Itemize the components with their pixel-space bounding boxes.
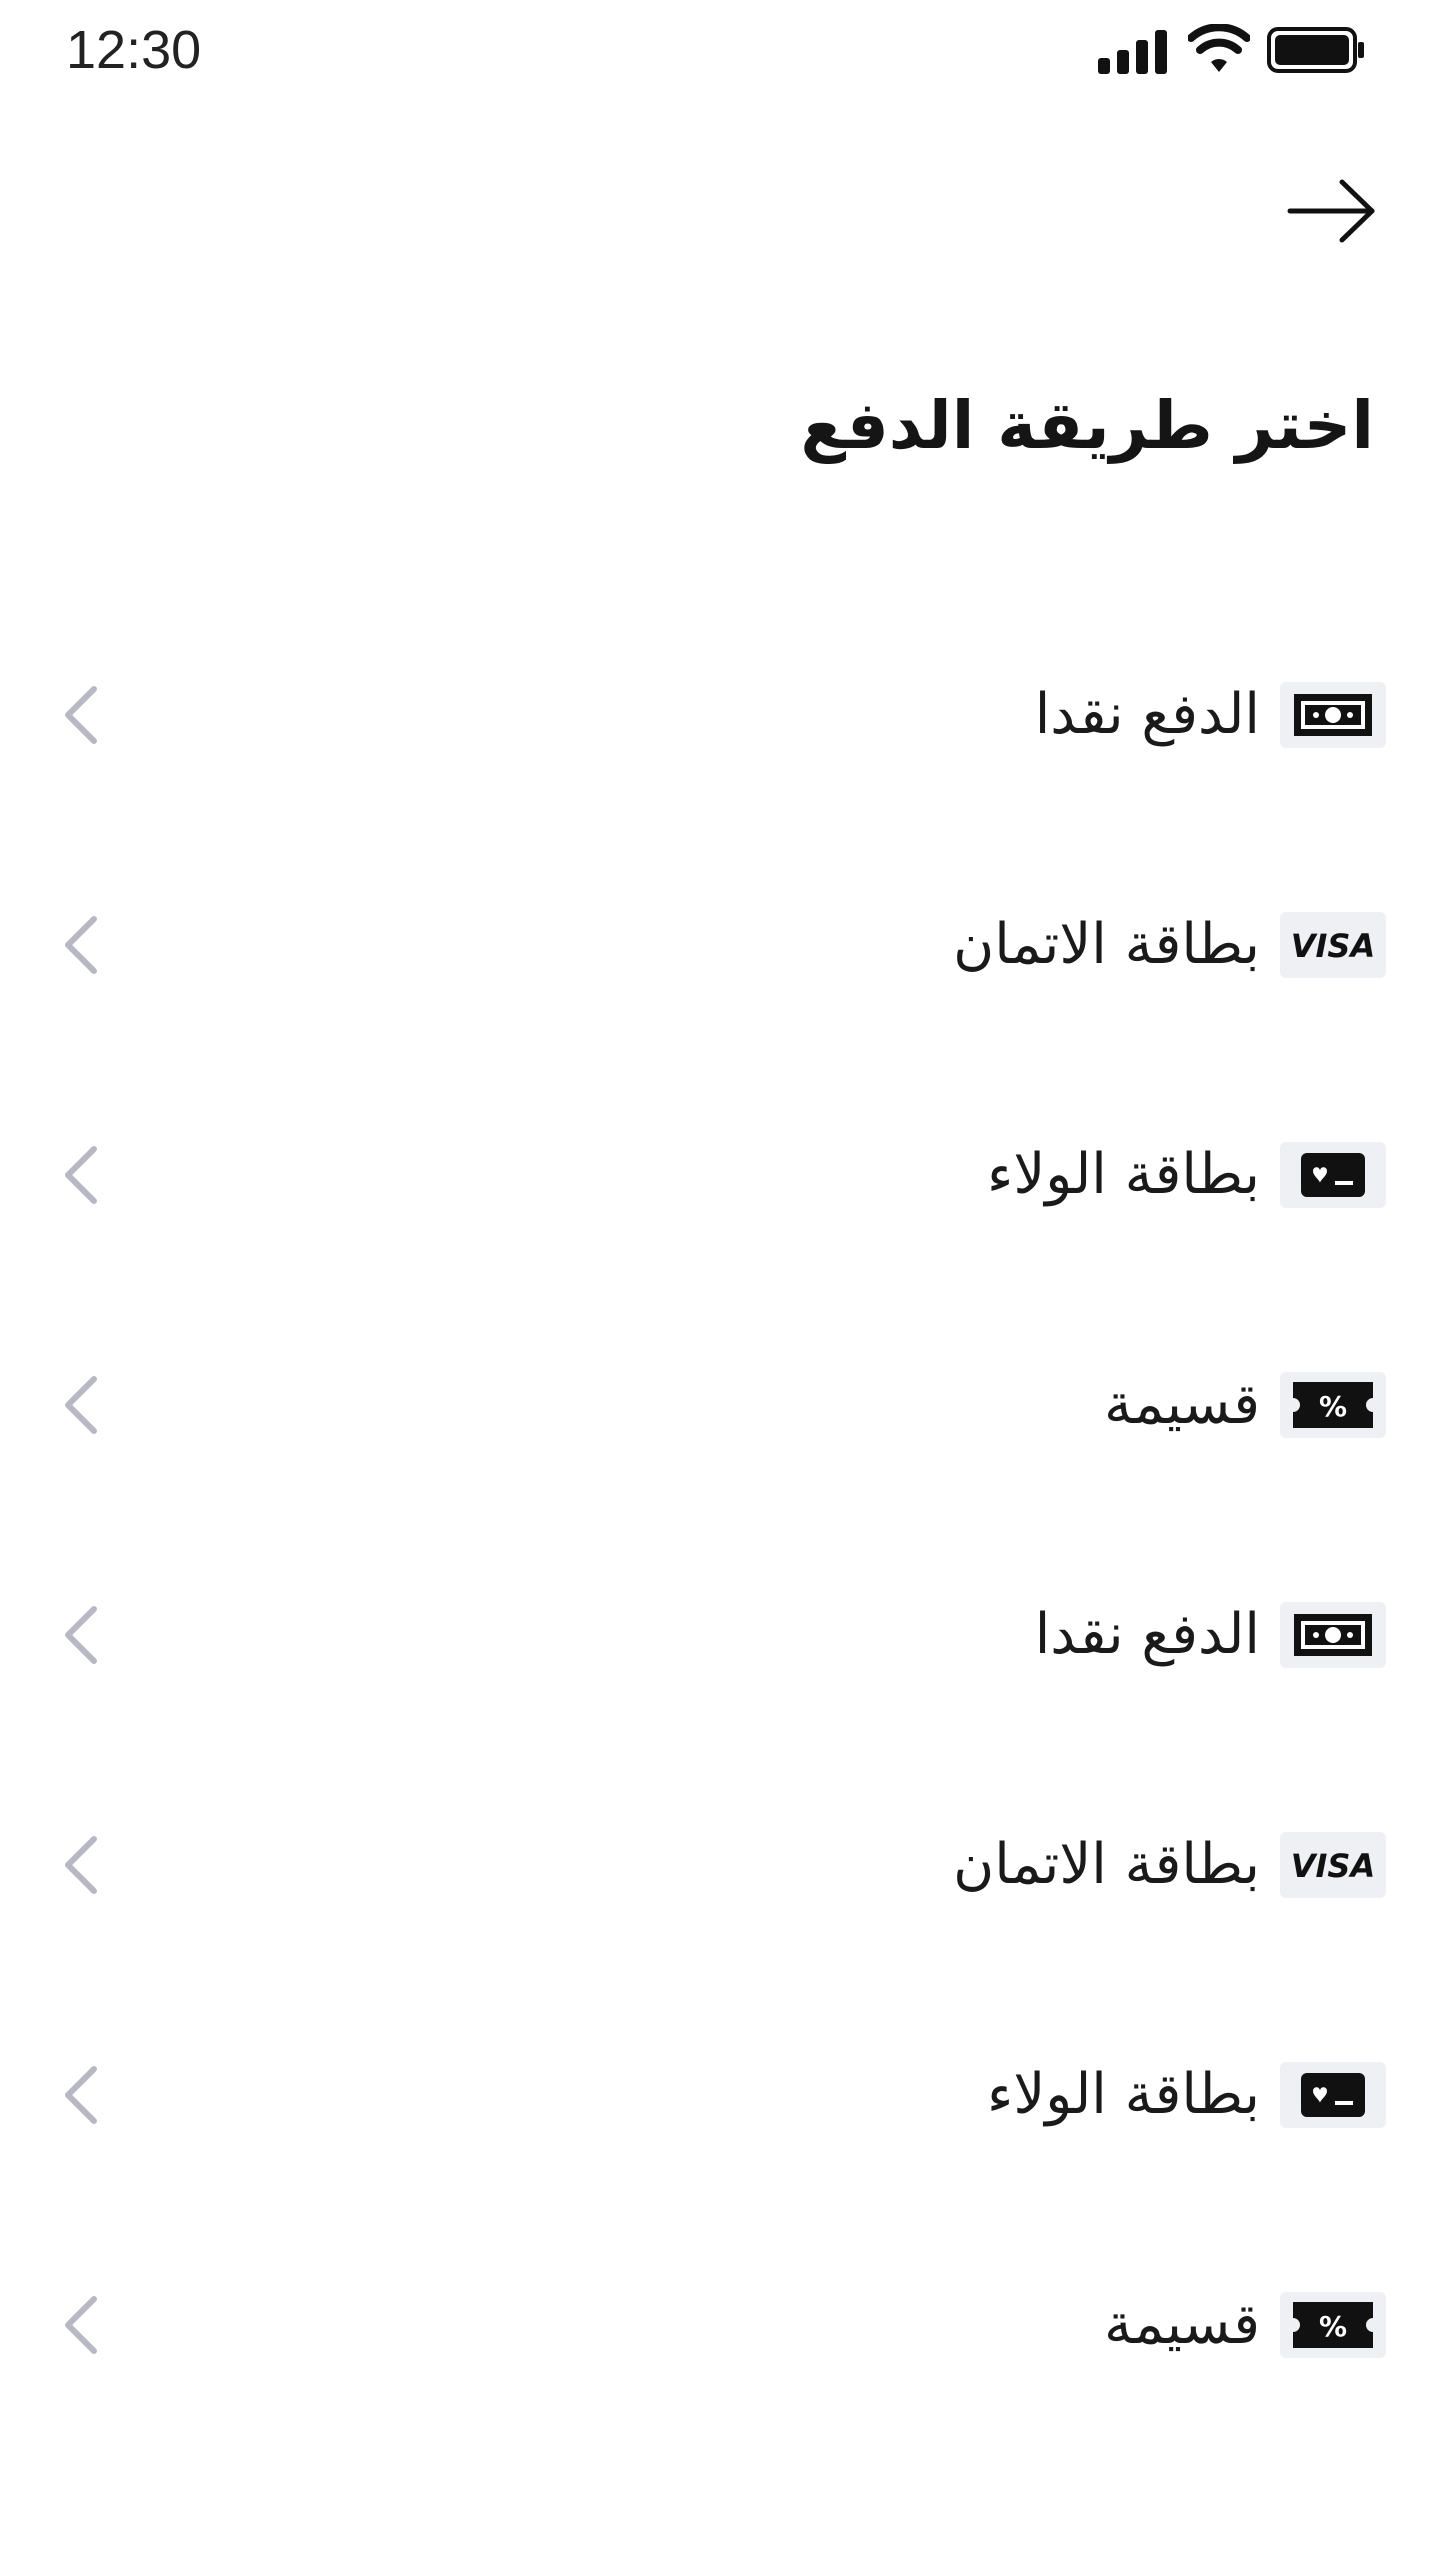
status-bar: 12:30 bbox=[0, 0, 1440, 100]
signal-icon bbox=[1098, 30, 1167, 74]
back-button[interactable] bbox=[1286, 176, 1378, 246]
status-icons bbox=[1098, 22, 1378, 78]
payment-method-coupon[interactable]: % قسيمة bbox=[0, 2210, 1440, 2440]
svg-text:VISA: VISA bbox=[1291, 1847, 1375, 1885]
chevron-left-icon bbox=[65, 2296, 97, 2354]
payment-method-label: قسيمة bbox=[1103, 2292, 1260, 2357]
payment-method-label: الدفع نقدا bbox=[1034, 682, 1260, 747]
payment-method-coupon[interactable]: % قسيمة bbox=[0, 1290, 1440, 1520]
chevron-left-icon bbox=[65, 1376, 97, 1434]
payment-method-credit-card[interactable]: VISA بطاقة الاتمان bbox=[0, 1750, 1440, 1980]
svg-text:%: % bbox=[1319, 2310, 1347, 2343]
wifi-icon bbox=[1188, 24, 1250, 72]
chevron-left-icon bbox=[65, 1836, 97, 1894]
payment-method-label: بطاقة الاتمان bbox=[953, 912, 1260, 977]
chevron-left-icon bbox=[65, 1146, 97, 1204]
payment-method-loyalty-card[interactable]: بطاقة الولاء bbox=[0, 1060, 1440, 1290]
payment-method-credit-card[interactable]: VISA بطاقة الاتمان bbox=[0, 830, 1440, 1060]
chevron-left-icon bbox=[65, 916, 97, 974]
coupon-icon: % bbox=[1280, 2292, 1386, 2358]
payment-method-label: قسيمة bbox=[1103, 1372, 1260, 1437]
loyalty-card-icon bbox=[1280, 1142, 1386, 1208]
payment-method-label: بطاقة الاتمان bbox=[953, 1832, 1260, 1897]
arrow-right-icon bbox=[1287, 179, 1375, 243]
status-time: 12:30 bbox=[66, 20, 202, 80]
visa-icon: VISA bbox=[1280, 912, 1386, 978]
cash-icon bbox=[1280, 1602, 1386, 1668]
payment-method-loyalty-card[interactable]: بطاقة الولاء bbox=[0, 1980, 1440, 2210]
payment-method-label: بطاقة الولاء bbox=[987, 2062, 1260, 2127]
coupon-icon: % bbox=[1280, 1372, 1386, 1438]
svg-text:VISA: VISA bbox=[1291, 927, 1375, 965]
loyalty-card-icon bbox=[1280, 2062, 1386, 2128]
page-title: اختر طريقة الدفع bbox=[800, 387, 1374, 464]
chevron-left-icon bbox=[65, 1606, 97, 1664]
svg-text:%: % bbox=[1319, 1390, 1347, 1423]
chevron-left-icon bbox=[65, 686, 97, 744]
cash-icon bbox=[1280, 682, 1386, 748]
payment-method-list: الدفع نقدا VISA بطاقة الاتمان بطاقة الول… bbox=[0, 600, 1440, 2440]
payment-method-label: الدفع نقدا bbox=[1034, 1602, 1260, 1667]
chevron-left-icon bbox=[65, 2066, 97, 2124]
battery-icon bbox=[1267, 27, 1364, 73]
visa-icon: VISA bbox=[1280, 1832, 1386, 1898]
payment-method-label: بطاقة الولاء bbox=[987, 1142, 1260, 1207]
payment-method-cash[interactable]: الدفع نقدا bbox=[0, 600, 1440, 830]
payment-method-cash[interactable]: الدفع نقدا bbox=[0, 1520, 1440, 1750]
